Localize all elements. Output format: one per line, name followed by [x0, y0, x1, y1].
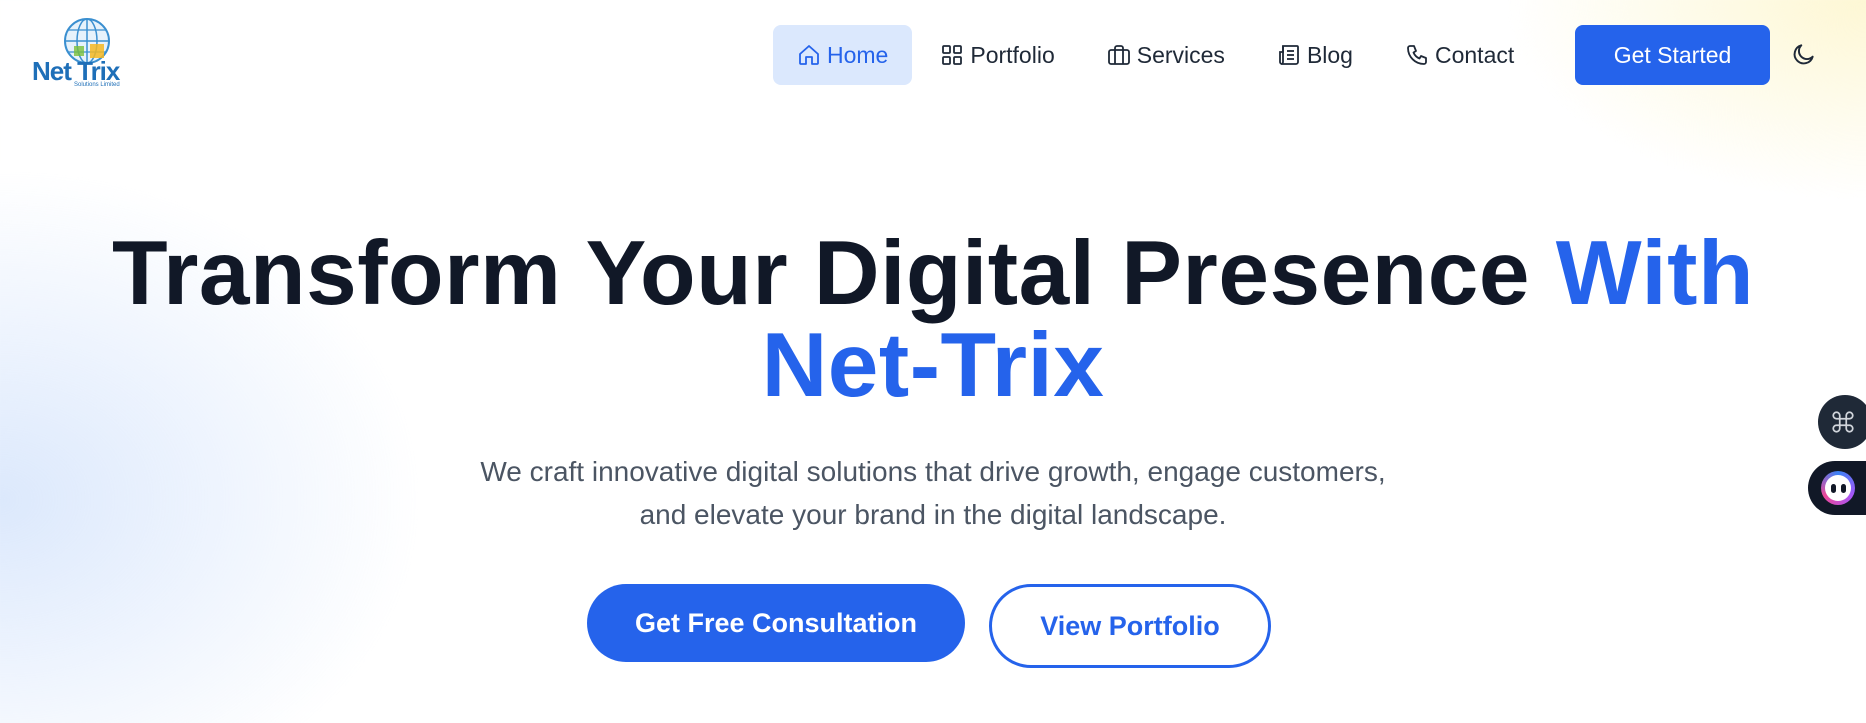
logo-tagline: Solutions Limited: [74, 82, 120, 88]
hero-subtitle-line-2: and elevate your brand in the digital la…: [639, 499, 1227, 530]
grid-icon: [942, 45, 963, 65]
hero-title-brand: Net-Trix: [761, 315, 1105, 416]
nav-item-label: Blog: [1306, 41, 1353, 68]
newspaper-icon: [1279, 45, 1299, 65]
nav-item-label: Contact: [1434, 41, 1515, 68]
home-icon: [799, 45, 819, 65]
brand-logo[interactable]: Net Trix Solutions Limited: [30, 14, 142, 88]
free-consultation-button[interactable]: Get Free Consultation: [587, 584, 965, 662]
chatbot-icon: [1821, 471, 1855, 505]
command-icon: [1832, 411, 1854, 433]
moon-icon: [1793, 44, 1814, 65]
view-portfolio-button[interactable]: View Portfolio: [989, 584, 1271, 668]
chatbot-eye: [1830, 483, 1836, 493]
hero-title-main: Transform Your Digital Presence: [111, 223, 1530, 324]
nav-item-blog[interactable]: Blog: [1253, 25, 1377, 85]
chatbot-face: [1825, 475, 1851, 501]
chatbot-eye: [1840, 483, 1846, 493]
nav-item-portfolio[interactable]: Portfolio: [916, 25, 1078, 85]
hero-subtitle-line-1: We craft innovative digital solutions th…: [480, 456, 1386, 487]
hero-title: Transform Your Digital Presence With Net…: [0, 228, 1866, 412]
chat-assistant-button[interactable]: [1808, 461, 1866, 515]
nav-item-label: Portfolio: [970, 41, 1055, 68]
site-header: Net Trix Solutions Limited Home Portfoli…: [0, 0, 1866, 108]
get-started-button[interactable]: Get Started: [1575, 25, 1770, 85]
nav-item-label: Home: [827, 41, 889, 68]
nav-item-services[interactable]: Services: [1083, 25, 1249, 85]
command-palette-button[interactable]: [1818, 395, 1866, 449]
nav-item-home[interactable]: Home: [773, 25, 913, 85]
nav-item-contact[interactable]: Contact: [1381, 25, 1538, 85]
nav-item-label: Services: [1136, 41, 1225, 68]
hero-subtitle: We craft innovative digital solutions th…: [383, 450, 1483, 536]
hero-title-accent: With: [1555, 223, 1755, 324]
phone-icon: [1407, 45, 1427, 65]
theme-toggle[interactable]: [1788, 38, 1820, 70]
briefcase-icon: [1107, 45, 1130, 65]
main-nav: Home Portfolio Services Blog Contact: [773, 25, 1538, 85]
